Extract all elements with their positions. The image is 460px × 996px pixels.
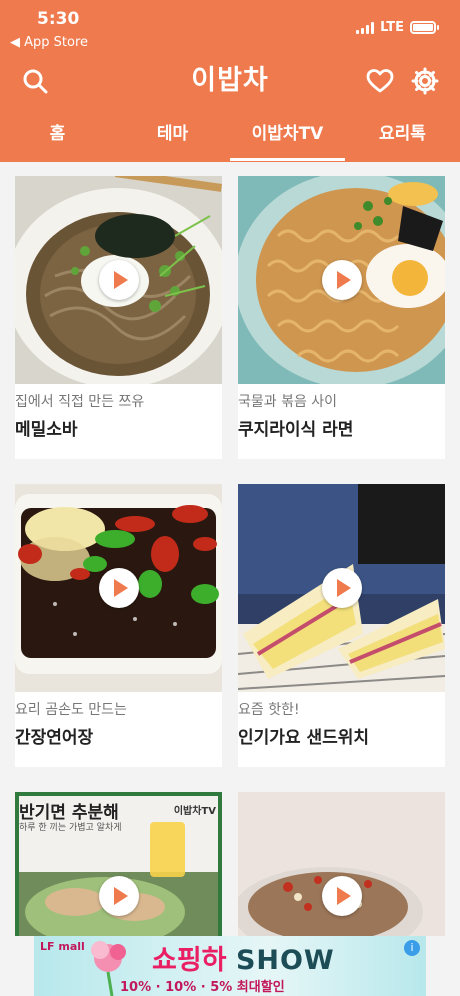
card-subtitle: 요즘 핫한!	[238, 702, 300, 718]
video-thumbnail	[238, 176, 445, 384]
app-header: 5:30 ◀ App Store LTE 이밥차 홈 테마 이밥차TV 요리톡	[0, 0, 460, 162]
video-card[interactable]: 집에서 직접 만든 쯔유 메밀소바	[15, 176, 222, 459]
thumbnail-subcaption: 하루 한 끼는 가볍고 알차게	[19, 823, 122, 833]
ad-headline-accent: SHOW	[235, 945, 335, 976]
play-icon	[321, 568, 362, 608]
card-subtitle: 집에서 직접 만든 쯔유	[15, 394, 145, 410]
battery-icon	[410, 21, 439, 34]
signal-icon	[356, 21, 375, 34]
card-subtitle: 국물과 볶음 사이	[238, 394, 338, 410]
video-card[interactable]: 요리 곰손도 만드는 간장연어장	[15, 484, 222, 767]
tab-home[interactable]: 홈	[0, 112, 115, 162]
network-label: LTE	[380, 20, 404, 35]
card-title: 메밀소바	[15, 420, 78, 440]
ad-discount-text: 10% · 10% · 5% 최대할인	[120, 980, 285, 995]
play-icon	[98, 260, 139, 300]
category-tabs: 홈 테마 이밥차TV 요리톡	[0, 112, 460, 162]
video-card[interactable]	[238, 792, 445, 936]
card-subtitle: 요리 곰손도 만드는	[15, 702, 127, 718]
tab-cooking-talk[interactable]: 요리톡	[345, 112, 460, 162]
thumbnail-brand: 이밥차TV	[173, 806, 216, 817]
card-title: 쿠지라이식 라면	[238, 420, 354, 440]
play-icon	[98, 568, 139, 608]
status-indicators: LTE	[356, 20, 439, 35]
video-thumbnail: 반기면 추분해 하루 한 끼는 가볍고 알차게 이밥차TV	[15, 792, 222, 936]
info-icon[interactable]: i	[404, 940, 420, 956]
play-icon	[321, 876, 362, 916]
play-icon	[321, 260, 362, 300]
gear-icon[interactable]	[408, 64, 442, 98]
video-card[interactable]: 국물과 볶음 사이 쿠지라이식 라면	[238, 176, 445, 459]
ad-headline-text: 쇼핑하	[152, 945, 227, 976]
play-icon	[98, 876, 139, 916]
back-to-app-store-link[interactable]: ◀ App Store	[10, 35, 88, 50]
ad-headline: 쇼핑하 SHOW	[152, 938, 335, 977]
card-title: 인기가요 샌드위치	[238, 728, 370, 748]
video-thumbnail	[238, 792, 445, 936]
video-card[interactable]: 요즘 핫한! 인기가요 샌드위치	[238, 484, 445, 767]
ad-banner[interactable]: LF mall 쇼핑하 SHOW i 10% · 10% · 5% 최대할인	[34, 936, 426, 996]
tab-ibapcha-tv[interactable]: 이밥차TV	[230, 112, 345, 162]
video-thumbnail	[15, 176, 222, 384]
card-title: 간장연어장	[15, 728, 94, 748]
heart-icon[interactable]	[363, 64, 397, 98]
status-time: 5:30	[37, 9, 80, 29]
video-card[interactable]: 반기면 추분해 하루 한 끼는 가볍고 알차게 이밥차TV	[15, 792, 222, 936]
video-thumbnail	[15, 484, 222, 692]
tab-theme[interactable]: 테마	[115, 112, 230, 162]
video-thumbnail	[238, 484, 445, 692]
